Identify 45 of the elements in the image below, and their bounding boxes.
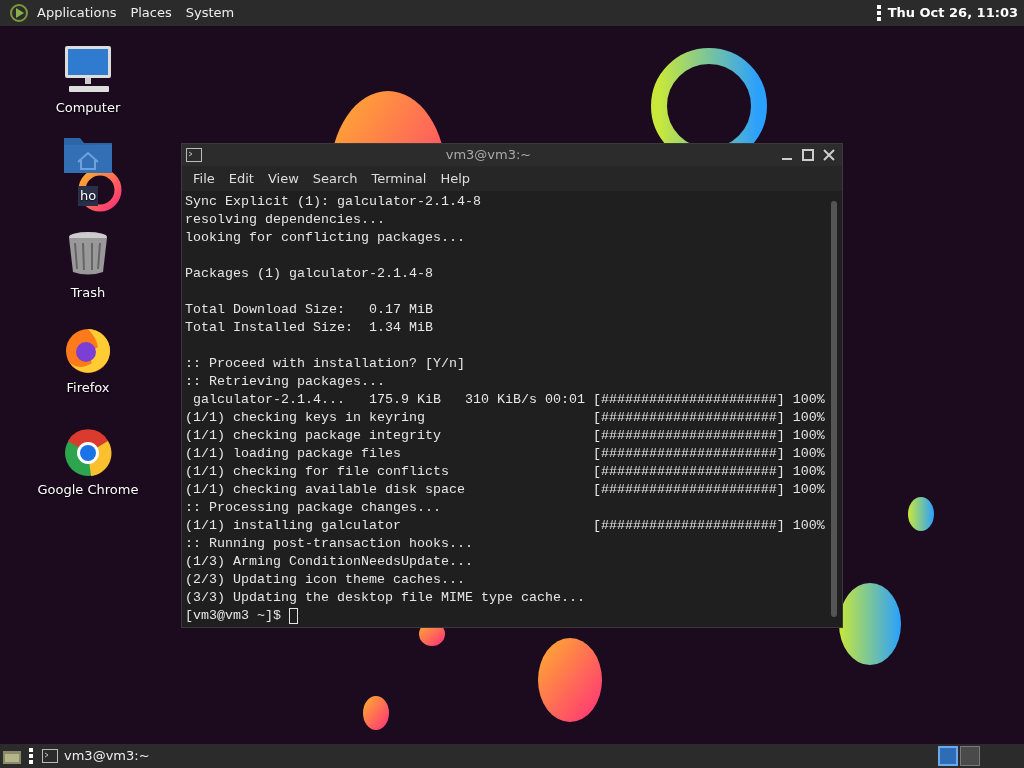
terminal-line: (1/1) checking package integrity [######################] 100% <box>185 427 826 445</box>
menu-item[interactable]: Terminal <box>364 167 434 189</box>
handle-icon[interactable] <box>28 746 34 766</box>
terminal-icon <box>186 147 202 162</box>
menu-item[interactable]: Edit <box>221 167 261 189</box>
menu-button[interactable]: Applications <box>30 1 124 25</box>
window-title: vm3@vm3:~ <box>444 146 533 164</box>
terminal-line: :: Processing package changes... <box>185 499 442 517</box>
terminal-line: (2/3) Updating icon theme caches... <box>185 571 466 589</box>
menu-item[interactable]: View <box>260 167 306 189</box>
terminal-line: (1/1) checking for file conflicts [######################] 100% <box>185 463 826 481</box>
icon-label[interactable]: Trash <box>70 283 106 303</box>
terminal-line: Sync Explicit (1): galculator-2.1.4-8 <box>185 193 482 211</box>
clock[interactable]: Thu Oct 26, 11:03 <box>887 3 1024 23</box>
menu-item[interactable]: Search <box>305 167 365 189</box>
menu-button[interactable]: System <box>178 1 242 25</box>
menu-item[interactable]: File <box>186 167 222 189</box>
terminal-line: :: Proceed with installation? [Y/n] <box>185 355 466 373</box>
terminal-line: (1/1) installing galculator [######################] 100% <box>185 517 826 535</box>
logo-icon[interactable] <box>8 2 30 24</box>
menu-item[interactable]: Help <box>433 167 478 189</box>
terminal-icon[interactable] <box>42 749 58 763</box>
menu-button[interactable]: Places <box>123 1 179 25</box>
icon-label[interactable]: Computer <box>55 98 121 118</box>
terminal-line: (1/3) Arming ConditionNeedsUpdate... <box>185 553 474 571</box>
terminal-line: resolving dependencies... <box>185 211 386 229</box>
handle-icon[interactable] <box>875 3 882 23</box>
terminal-line: (1/1) checking keys in keyring [######################] 100% <box>185 409 826 427</box>
icon-label[interactable]: Firefox <box>66 378 110 398</box>
icon-label[interactable]: Google Chrome <box>37 480 139 500</box>
terminal-line: (1/1) loading package files [######################] 100% <box>185 445 826 463</box>
text-cursor <box>289 608 298 624</box>
prompt-text: [vm3@vm3 ~]$ <box>185 607 281 625</box>
scrollbar[interactable] <box>831 201 837 617</box>
terminal-line: galculator-2.1.4... 175.9 KiB 310 KiB/s 00:01 [######################] 100% <box>192 391 826 409</box>
terminal-line: (1/1) checking available disk space [######################] 100% <box>185 481 826 499</box>
taskbar-button[interactable]: vm3@vm3:~ <box>36 744 156 768</box>
terminal-line: Packages (1) galculator-2.1.4-8 <box>185 265 434 283</box>
terminal-line: Total Download Size: 0.17 MiB <box>185 301 434 319</box>
terminal-line: Total Installed Size: 1.34 MiB <box>185 319 434 337</box>
terminal-line: looking for conflicting packages... <box>185 229 466 247</box>
icon-label[interactable]: ho <box>77 186 99 206</box>
terminal-line: :: Retrieving packages... <box>185 373 386 391</box>
terminal-line: (3/3) Updating the desktop file MIME type cache... <box>185 589 586 607</box>
terminal-line: :: Running post-transaction hooks... <box>185 535 474 553</box>
